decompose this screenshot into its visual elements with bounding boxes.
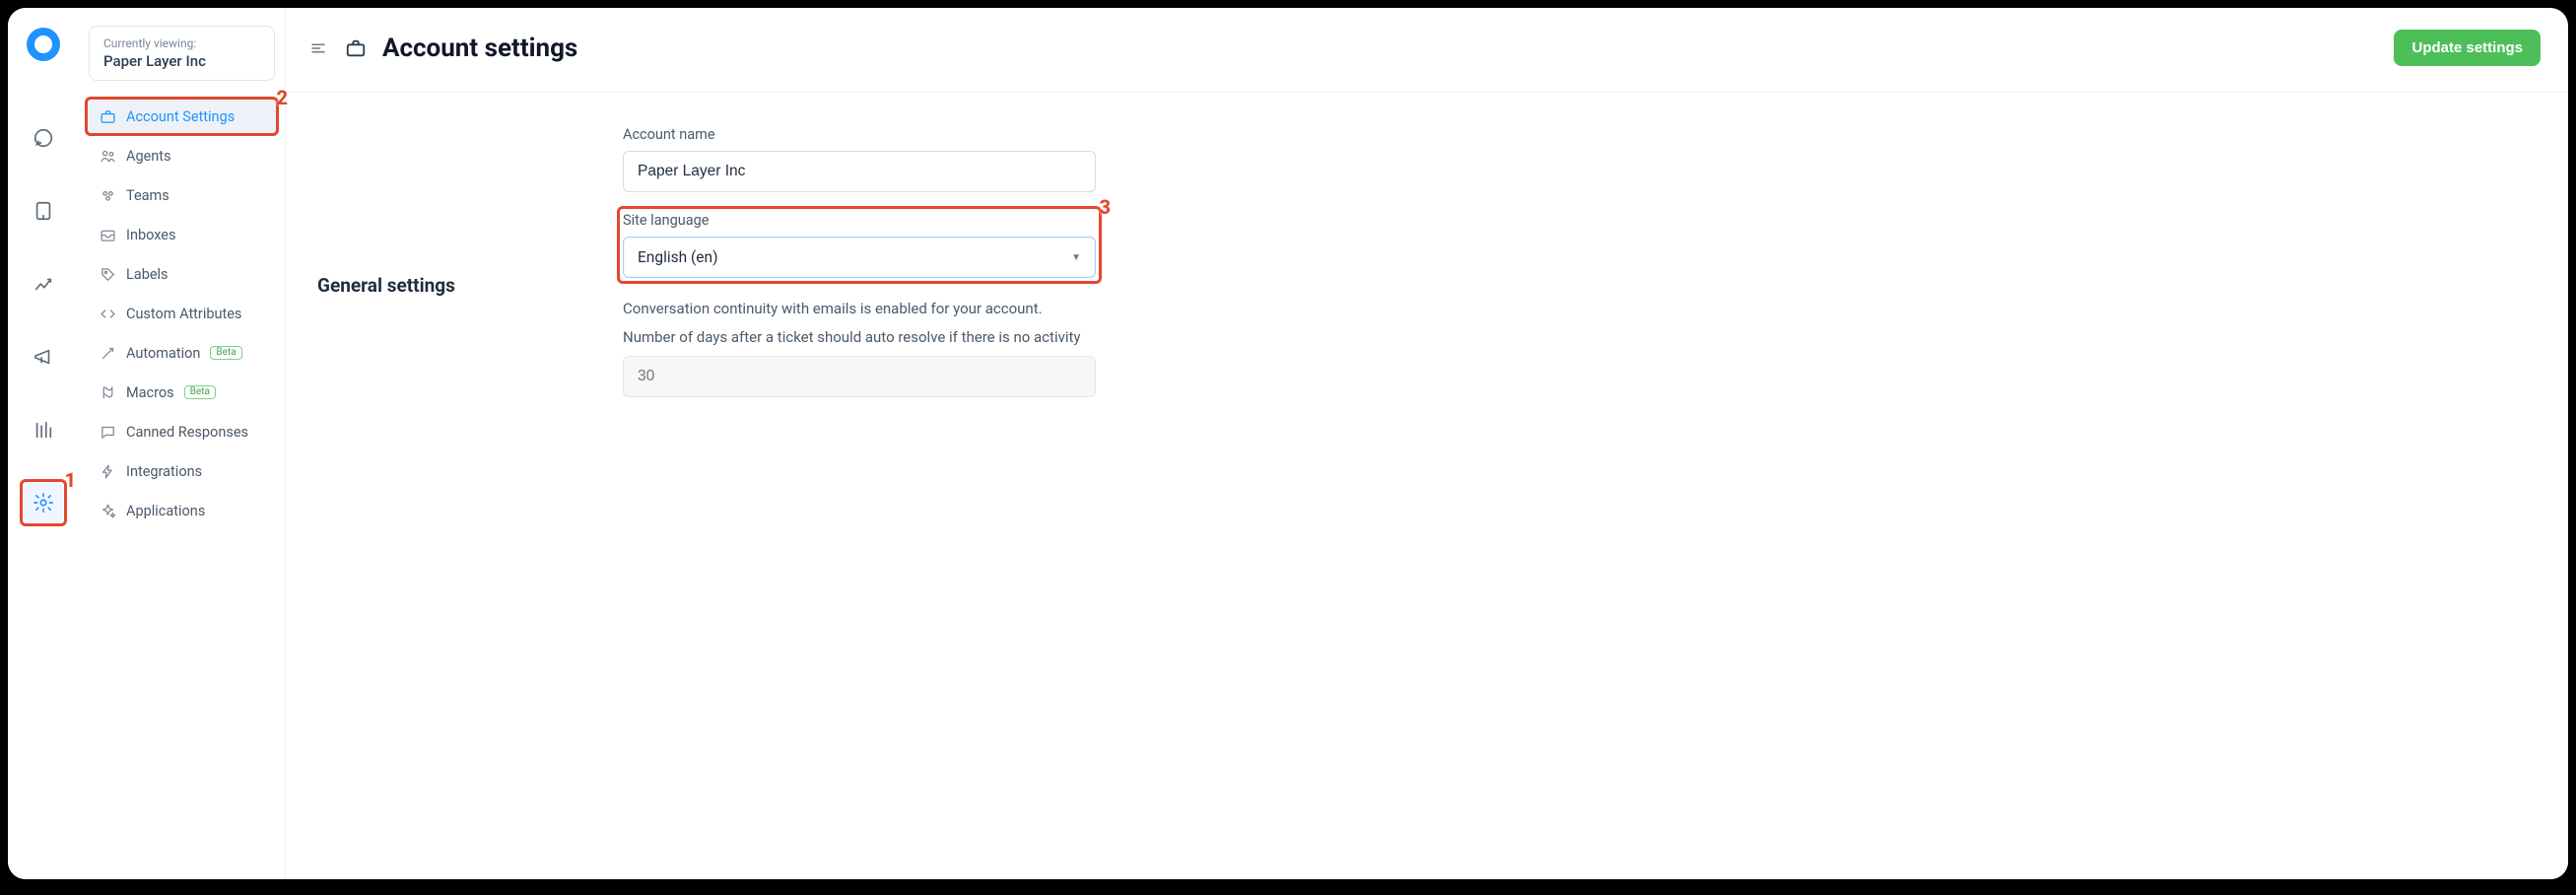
sidebar-item-canned-responses[interactable]: Canned Responses (87, 414, 277, 449)
sidebar-item-label: Agents (126, 148, 171, 165)
tag-icon (99, 265, 116, 283)
sidebar-item-account-settings[interactable]: Account Settings (87, 99, 277, 134)
page-title: Account settings (382, 34, 577, 63)
app-logo-icon (27, 28, 60, 61)
macros-icon (99, 383, 116, 401)
site-language-label: Site language (623, 212, 1096, 229)
sparkle-icon (99, 502, 116, 519)
sidebar-item-automation[interactable]: Automation Beta (87, 335, 277, 371)
sidebar-item-label: Account Settings (126, 108, 235, 125)
automation-icon (99, 344, 116, 362)
account-switcher[interactable]: Currently viewing: Paper Layer Inc (89, 26, 275, 81)
icon-rail (8, 8, 79, 879)
sidebar-item-label: Macros (126, 384, 174, 401)
collapse-menu-icon[interactable] (307, 37, 329, 59)
chat-icon (99, 423, 116, 441)
continuity-helper-text: Conversation continuity with emails is e… (623, 298, 1096, 320)
update-settings-button[interactable]: Update settings (2394, 30, 2541, 66)
teams-icon (99, 186, 116, 204)
sidebar-item-label: Inboxes (126, 227, 175, 243)
sidebar-item-label: Integrations (126, 463, 202, 480)
viewing-label: Currently viewing: (103, 36, 260, 50)
sidebar-item-macros[interactable]: Macros Beta (87, 375, 277, 410)
sidebar-item-label: Applications (126, 503, 205, 519)
inbox-icon (99, 226, 116, 243)
main-area: Account settings Update settings General… (286, 8, 2568, 879)
sidebar-item-label: Labels (126, 266, 169, 283)
settings-sidebar: Currently viewing: Paper Layer Inc Accou… (79, 8, 286, 879)
rail-settings-icon[interactable] (24, 483, 63, 522)
sidebar-item-custom-attributes[interactable]: Custom Attributes (87, 296, 277, 331)
sidebar-item-applications[interactable]: Applications (87, 493, 277, 528)
sidebar-item-agents[interactable]: Agents (87, 138, 277, 173)
code-icon (99, 305, 116, 322)
rail-contacts-icon[interactable] (24, 191, 63, 231)
account-name-input[interactable] (623, 151, 1096, 192)
general-settings-form: Account name Site language English (en) … (623, 126, 1096, 397)
site-language-select[interactable]: English (en) ▼ (623, 237, 1096, 278)
briefcase-icon (99, 107, 116, 125)
account-name-label: Account name (623, 126, 1096, 143)
chevron-down-icon: ▼ (1071, 252, 1081, 263)
beta-badge: Beta (184, 385, 216, 399)
sidebar-item-labels[interactable]: Labels (87, 256, 277, 292)
sidebar-item-inboxes[interactable]: Inboxes (87, 217, 277, 252)
bolt-icon (99, 462, 116, 480)
site-language-value: English (en) (638, 248, 717, 266)
viewing-account: Paper Layer Inc (103, 52, 260, 70)
sidebar-item-label: Automation (126, 345, 200, 362)
autoresolve-helper-text: Number of days after a ticket should aut… (623, 326, 1096, 349)
rail-campaigns-icon[interactable] (24, 337, 63, 377)
sidebar-item-label: Custom Attributes (126, 306, 241, 322)
rail-reports-icon[interactable] (24, 264, 63, 304)
sidebar-item-integrations[interactable]: Integrations (87, 453, 277, 489)
rail-conversations-icon[interactable] (24, 118, 63, 158)
sidebar-item-teams[interactable]: Teams (87, 177, 277, 213)
autoresolve-days-input[interactable] (623, 356, 1096, 397)
content-scroll: General settings Account name Site langu… (286, 93, 2568, 879)
page-header: Account settings Update settings (286, 8, 2568, 93)
agents-icon (99, 147, 116, 165)
beta-badge: Beta (210, 346, 241, 360)
section-heading: General settings (317, 274, 623, 297)
rail-help-icon[interactable] (24, 410, 63, 449)
briefcase-icon (343, 35, 369, 61)
sidebar-item-label: Canned Responses (126, 424, 248, 441)
section-heading-col: General settings (317, 126, 623, 397)
sidebar-item-label: Teams (126, 187, 169, 204)
